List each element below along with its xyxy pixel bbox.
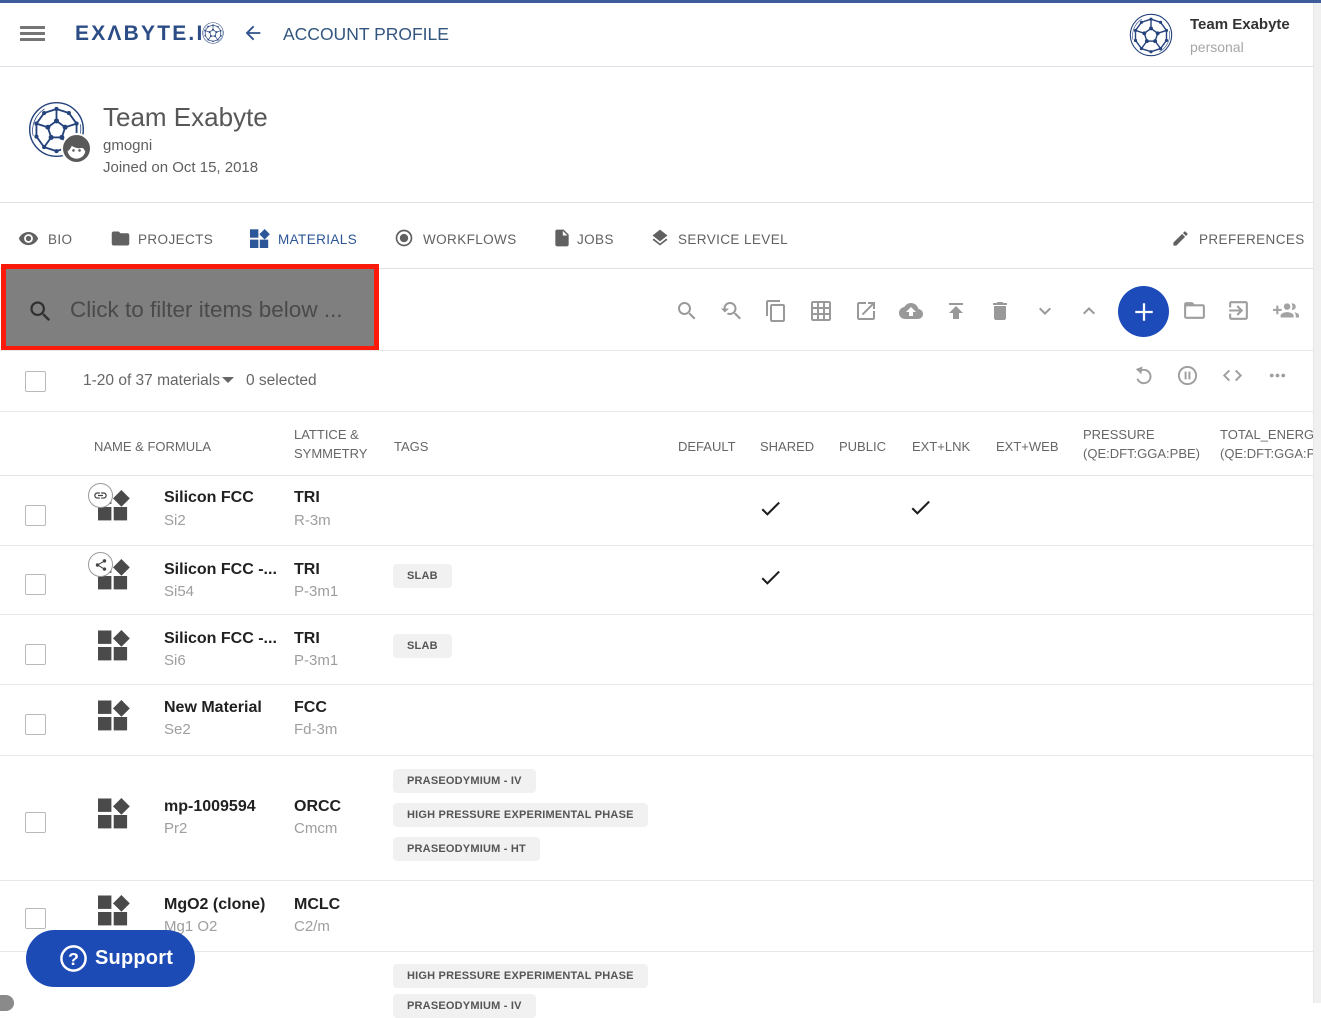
svg-text:?: ? [68,949,79,969]
